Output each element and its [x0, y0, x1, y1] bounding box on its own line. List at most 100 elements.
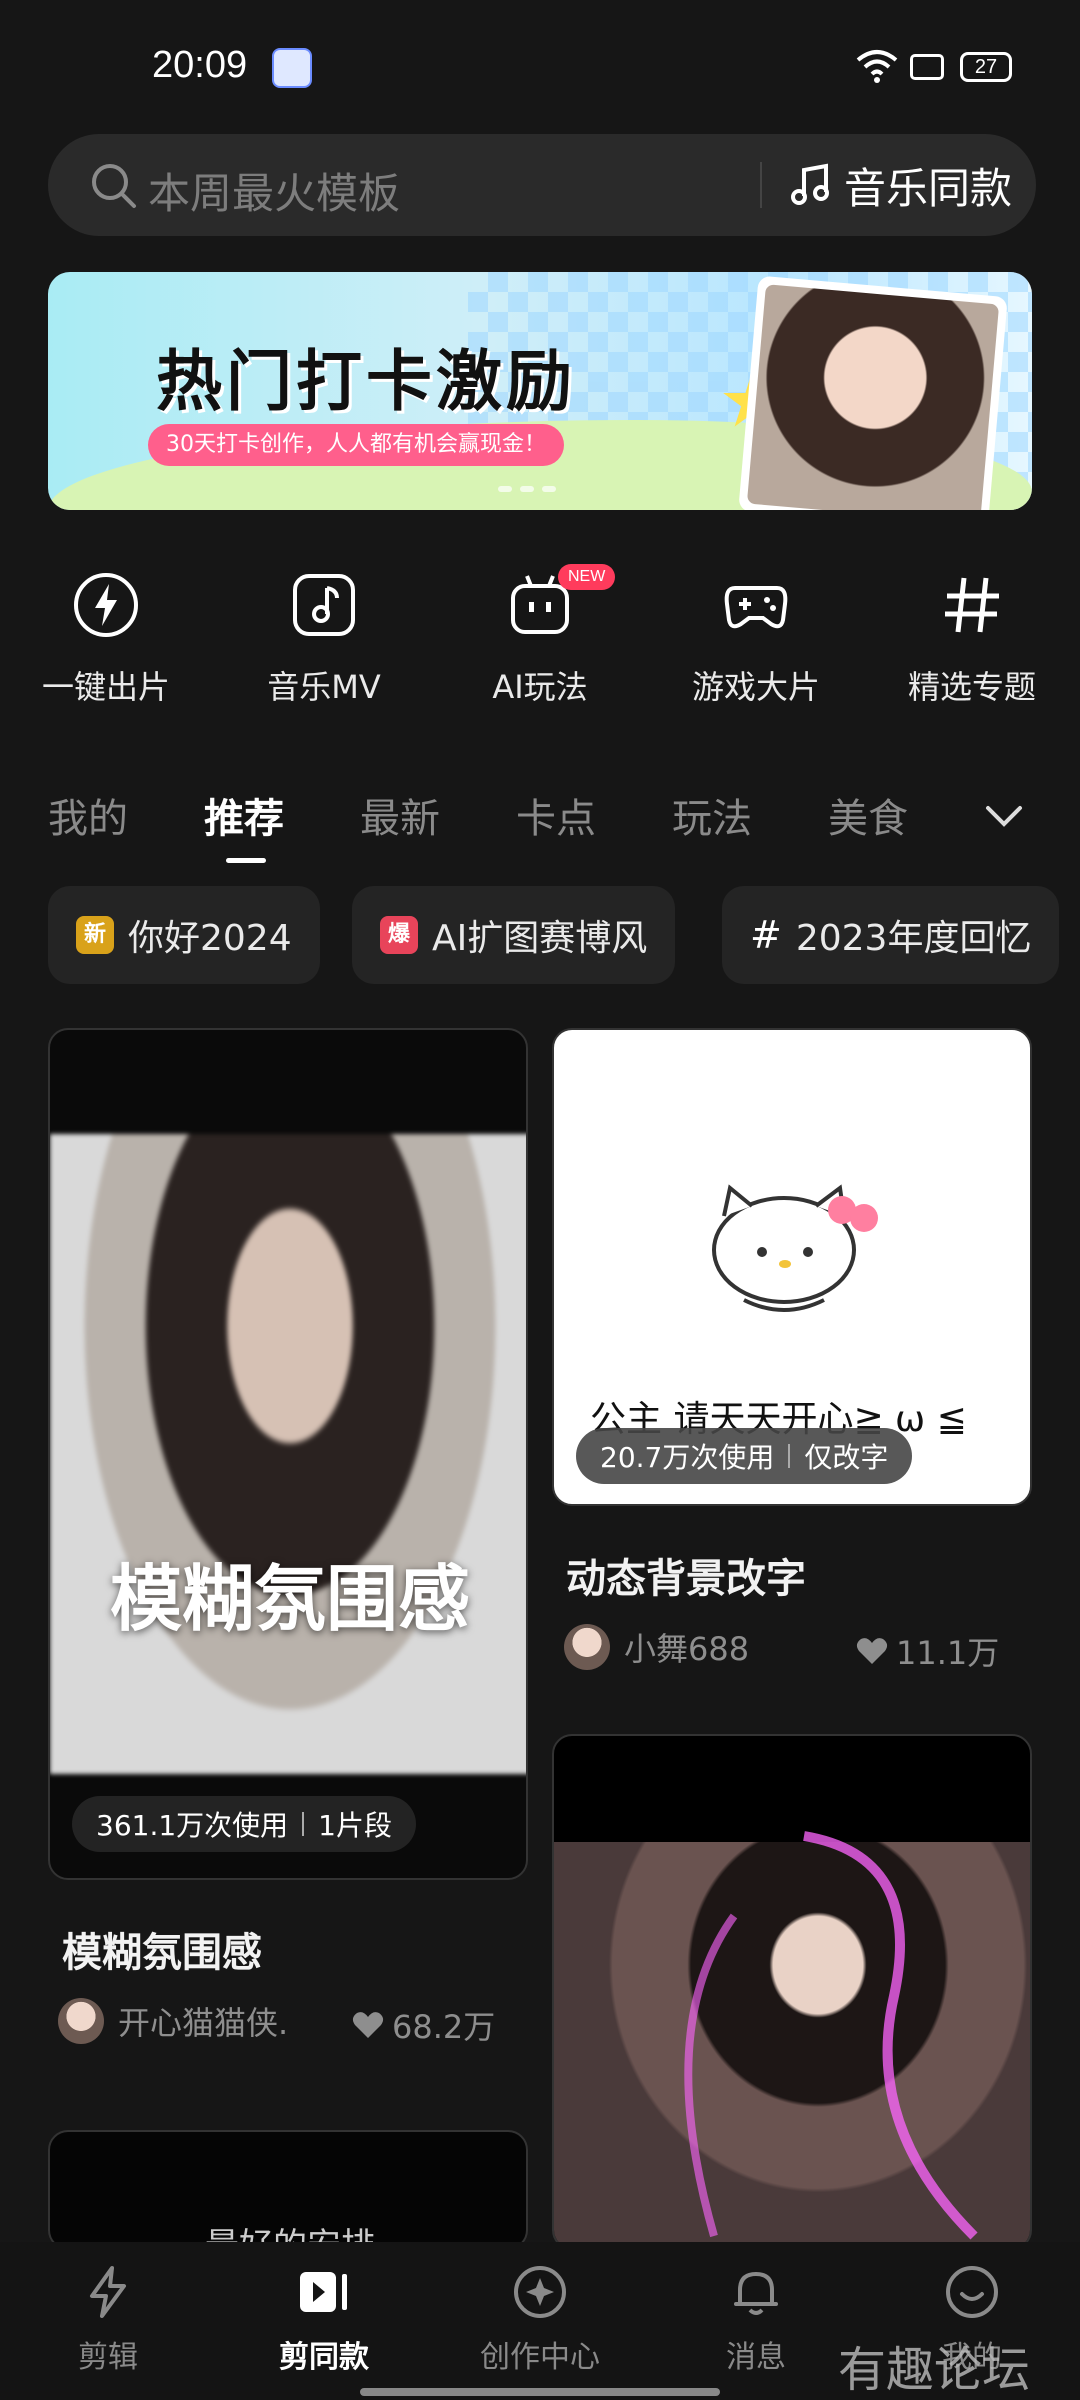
author-info[interactable]: 开心猫猫侠. — [58, 1998, 288, 2044]
shortcut-label: 游戏大片 — [691, 668, 820, 706]
compass-icon — [514, 2266, 566, 2318]
shortcut-label: 精选专题 — [907, 668, 1036, 706]
banner-subtitle: 30天打卡创作，人人都有机会赢现金！ — [148, 424, 564, 466]
segment-count: 1片段 — [318, 1809, 392, 1842]
like-value: 68.2万 — [392, 2008, 496, 2046]
heart-icon — [856, 1638, 888, 1664]
tab-food[interactable]: 美食 — [828, 786, 908, 844]
author-name: 小舞688 — [624, 1630, 750, 1668]
search-placeholder: 本周最火模板 — [148, 169, 401, 218]
preview-overlay-text: 模糊氛围感 — [109, 1557, 470, 1641]
music-note-icon — [791, 163, 829, 205]
new-badge: NEW — [558, 564, 616, 590]
template-title[interactable]: 模糊氛围感 — [62, 1920, 262, 1978]
lightning-icon — [74, 573, 138, 637]
shortcut-topics[interactable]: 精选专题 — [882, 570, 1062, 708]
wifi-icon — [856, 50, 898, 83]
usage-pill: 20.7万次使用 仅改字 — [576, 1428, 913, 1484]
home-indicator[interactable] — [360, 2388, 720, 2396]
shortcut-label: 音乐MV — [267, 668, 381, 706]
forum-watermark: 有趣论坛 — [838, 2342, 1031, 2398]
search-icon — [92, 164, 136, 208]
search-divider — [760, 162, 762, 208]
shortcut-row: 一键出片 音乐MV NEW AI玩法 游戏大片 精选专题 — [0, 564, 1080, 720]
hashtag-icon: # — [750, 913, 782, 957]
battery-icon: 27 — [960, 52, 1012, 82]
hashtag-icon — [945, 577, 999, 633]
tab-label: 推荐 — [204, 796, 284, 842]
chip-label: 2023年度回忆 — [795, 918, 1032, 959]
app-notification-icon — [272, 48, 312, 88]
chevron-down-icon[interactable] — [984, 804, 1024, 828]
lightning-icon — [90, 2266, 126, 2318]
banner-photo — [746, 284, 1000, 510]
template-title[interactable]: 动态背景改字 — [566, 1546, 806, 1604]
smile-icon — [946, 2266, 998, 2318]
nav-messages[interactable]: 消息 — [648, 2264, 864, 2376]
author-info[interactable]: 小舞688 — [564, 1624, 749, 1670]
edit-tag: 仅改字 — [804, 1441, 889, 1474]
shortcut-label: AI玩法 — [492, 668, 588, 706]
banner-photo-card — [738, 275, 1008, 510]
chip-label: 你好2024 — [128, 918, 292, 959]
music-note-icon — [293, 574, 355, 636]
nav-template[interactable]: 剪同款 — [216, 2264, 432, 2376]
chip-label: AI扩图赛博风 — [432, 918, 648, 959]
topic-chips: 新 你好2024 爆 AI扩图赛博风 # 2023年度回忆 — [48, 886, 1080, 986]
hello-kitty-sticker-icon — [712, 1184, 878, 1312]
tab-latest[interactable]: 最新 — [360, 786, 440, 844]
chip-2023-recap[interactable]: # 2023年度回忆 — [722, 886, 1060, 984]
nav-edit[interactable]: 剪辑 — [0, 2264, 216, 2376]
nav-label: 消息 — [726, 2340, 786, 2375]
nav-label: 剪同款 — [279, 2340, 369, 2375]
like-value: 11.1万 — [896, 1634, 1000, 1672]
search-bar[interactable]: 本周最火模板 音乐同款 — [48, 134, 1036, 236]
category-tabs: 我的 推荐 最新 卡点 玩法 美食 — [48, 786, 1048, 866]
new-tag-icon: 新 — [76, 916, 114, 954]
template-card-dance[interactable] — [552, 1734, 1032, 2250]
tab-indicator — [226, 858, 266, 863]
template-preview-image — [50, 1134, 526, 1774]
heart-icon — [352, 2012, 384, 2038]
template-card-blur[interactable]: 模糊氛围感 361.1万次使用 1片段 — [48, 1028, 528, 1880]
avatar — [564, 1624, 610, 1670]
shortcut-game[interactable]: 游戏大片 — [666, 570, 846, 708]
neon-light-effect-icon — [684, 1831, 978, 2240]
tab-beat[interactable]: 卡点 — [516, 786, 596, 844]
music-match-label: 音乐同款 — [844, 163, 1013, 213]
status-bar: 20:09 27 — [0, 0, 1080, 130]
tab-mine[interactable]: 我的 — [48, 786, 128, 844]
usage-separator — [302, 1812, 305, 1836]
nav-label: 创作中心 — [480, 2340, 600, 2375]
hot-tag-icon: 爆 — [380, 916, 418, 954]
usage-count: 361.1万次使用 — [96, 1809, 289, 1842]
nav-label: 剪辑 — [78, 2340, 138, 2375]
bell-icon — [734, 2272, 778, 2315]
gamepad-icon — [724, 586, 788, 629]
shortcut-music-mv[interactable]: 音乐MV — [234, 570, 414, 708]
template-card-text[interactable]: 公主 请天天开心≧ ω ≦ 20.7万次使用 仅改字 — [552, 1028, 1032, 1506]
tab-recommend[interactable]: 推荐 — [204, 786, 284, 863]
tab-play[interactable]: 玩法 — [672, 786, 752, 844]
author-name: 开心猫猫侠. — [118, 2004, 289, 2042]
avatar — [58, 1998, 104, 2044]
sim-icon — [910, 54, 944, 80]
like-count[interactable]: 68.2万 — [352, 2002, 495, 2048]
music-match-button[interactable]: 音乐同款 — [788, 152, 1012, 218]
chip-hello-2024[interactable]: 新 你好2024 — [48, 886, 320, 984]
banner-title: 热门打卡激励 — [156, 343, 576, 420]
banner-pager — [498, 486, 556, 492]
shortcut-label: 一键出片 — [41, 668, 170, 706]
usage-separator — [788, 1444, 791, 1468]
usage-count: 20.7万次使用 — [600, 1441, 775, 1474]
chip-ai-expand[interactable]: 爆 AI扩图赛博风 — [352, 886, 676, 984]
shortcut-ai[interactable]: NEW AI玩法 — [450, 564, 630, 708]
status-time: 20:09 — [152, 44, 248, 86]
template-card-next[interactable]: 最好的安排 — [48, 2130, 528, 2250]
nav-creation-center[interactable]: 创作中心 — [432, 2264, 648, 2376]
template-play-icon — [300, 2272, 347, 2312]
usage-pill: 361.1万次使用 1片段 — [72, 1796, 416, 1852]
promo-banner[interactable]: 热门打卡激励 30天打卡创作，人人都有机会赢现金！ — [48, 272, 1032, 510]
shortcut-one-click[interactable]: 一键出片 — [16, 570, 196, 708]
like-count[interactable]: 11.1万 — [856, 1628, 999, 1674]
